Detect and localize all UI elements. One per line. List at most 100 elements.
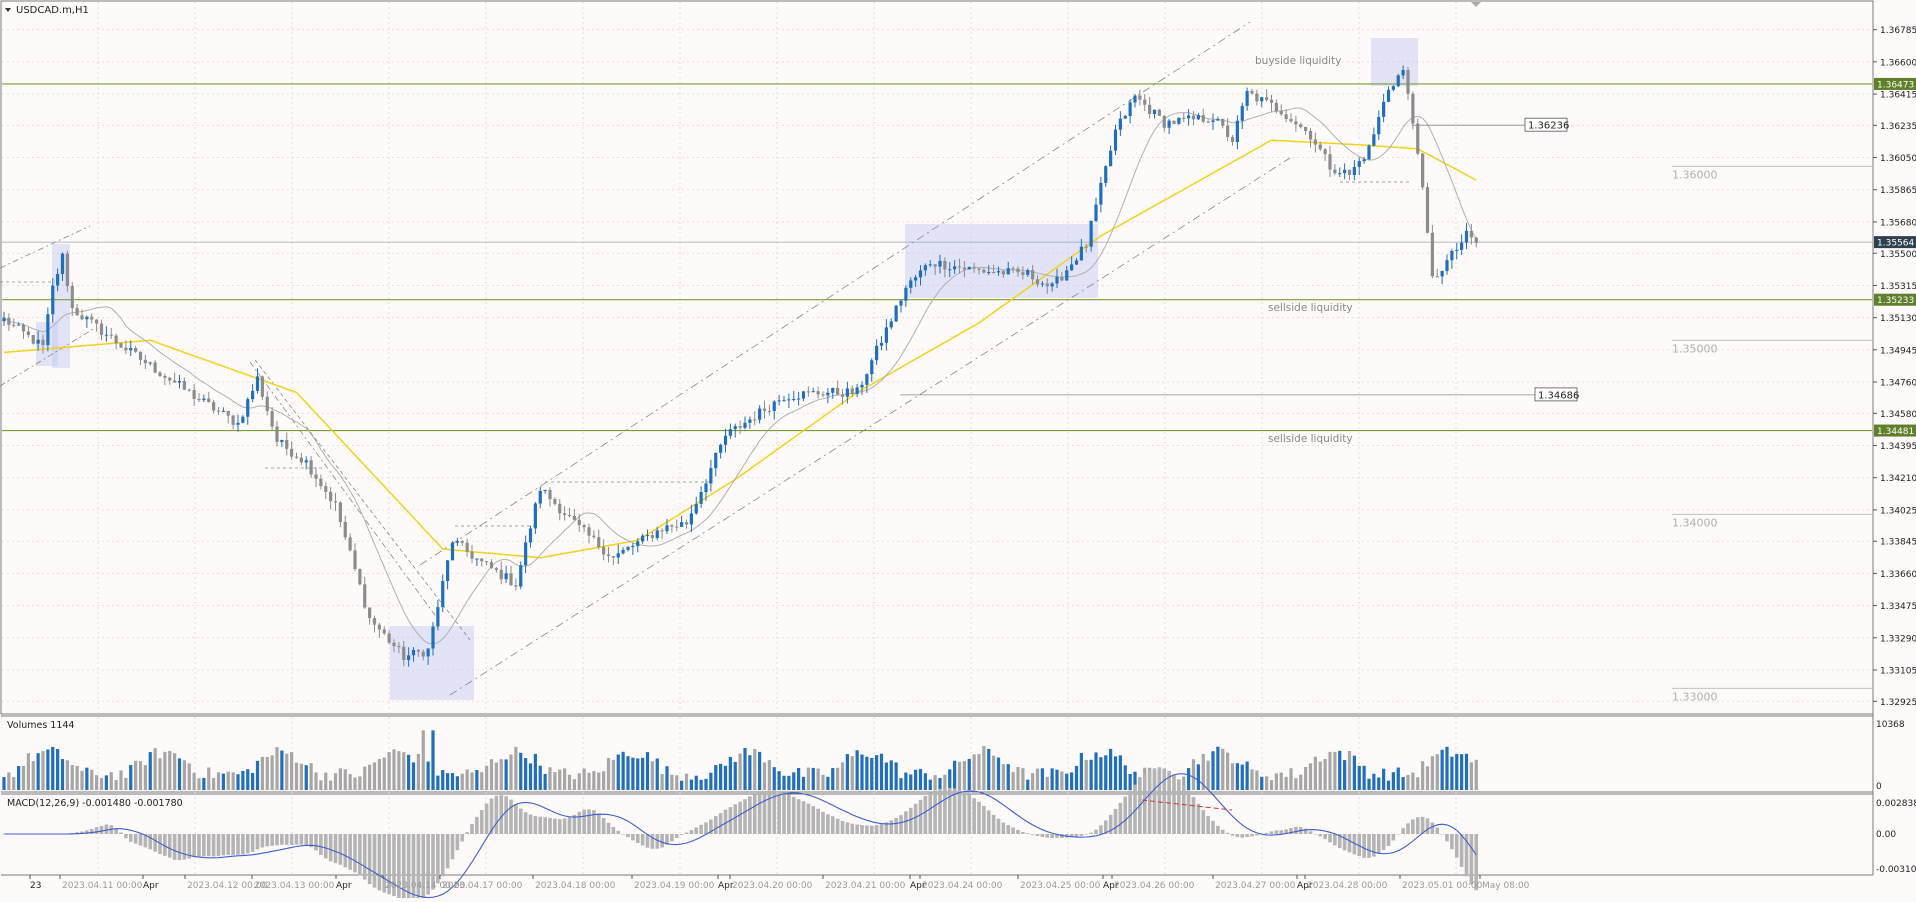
candle-body bbox=[324, 486, 328, 492]
macd-hist-bar bbox=[865, 825, 869, 834]
macd-hist-bar bbox=[1128, 790, 1132, 834]
volume-bar bbox=[538, 765, 542, 790]
price-tick-label: 1.35865 bbox=[1880, 186, 1916, 196]
main-panel-border bbox=[0, 0, 1874, 715]
trendlines[interactable] bbox=[0, 21, 1412, 696]
zone-rect[interactable] bbox=[905, 224, 1098, 298]
order-block-zones[interactable] bbox=[36, 38, 1418, 700]
volume-bar bbox=[860, 754, 864, 790]
candle-body bbox=[689, 513, 693, 525]
volume-bar bbox=[1260, 776, 1264, 790]
macd-hist-bar bbox=[904, 811, 908, 834]
volume-bar bbox=[982, 746, 986, 790]
trendline[interactable] bbox=[0, 225, 91, 269]
zone-rect[interactable] bbox=[1371, 38, 1418, 86]
macd-hist-bar bbox=[557, 819, 562, 834]
macd-hist-bar bbox=[484, 803, 489, 834]
candle-body bbox=[1201, 115, 1205, 122]
time-tick-label: 2023.04.19 00:00 bbox=[634, 881, 715, 891]
volume-bar bbox=[1279, 772, 1283, 790]
price-tick-label: 1.34580 bbox=[1880, 410, 1916, 420]
macd-hist-bar bbox=[1459, 834, 1464, 867]
callout-label: 1.34686 bbox=[1538, 390, 1579, 401]
candle-body bbox=[1021, 272, 1025, 275]
time-tick-label: Apr bbox=[336, 881, 352, 891]
trendline[interactable] bbox=[449, 157, 1291, 696]
macd-hist-bar bbox=[533, 815, 538, 834]
volume-bar bbox=[1343, 760, 1347, 790]
macd-hist-bar bbox=[713, 816, 718, 834]
candle-body bbox=[938, 260, 942, 267]
candle-body bbox=[1118, 118, 1122, 130]
macd-hist-bar bbox=[104, 824, 109, 834]
volume-bar bbox=[441, 770, 445, 790]
volume-bar bbox=[1255, 770, 1259, 790]
chart-shift-marker-icon[interactable] bbox=[1471, 2, 1481, 7]
macd-hist-bar bbox=[514, 804, 518, 834]
time-tick-label: Apr bbox=[143, 881, 159, 891]
price-tick-label: 1.36415 bbox=[1880, 91, 1916, 101]
candle-body bbox=[670, 525, 674, 527]
price-tick-label: 1.33290 bbox=[1880, 634, 1916, 644]
candle-body bbox=[1279, 110, 1283, 115]
volume-bar bbox=[684, 773, 689, 790]
trendline[interactable] bbox=[254, 359, 471, 641]
candle-body bbox=[1455, 249, 1459, 251]
price-tick-label: 1.34395 bbox=[1880, 442, 1916, 452]
macd-hist-bar bbox=[1230, 834, 1235, 836]
trendline[interactable] bbox=[419, 21, 1251, 566]
macd-hist-bar bbox=[777, 791, 781, 834]
candle-body bbox=[1289, 118, 1293, 122]
chart-menu-arrow-icon[interactable] bbox=[5, 8, 11, 12]
volume-bar bbox=[41, 751, 45, 790]
macd-hist-bar bbox=[1294, 826, 1298, 834]
price-tick-label: 1.35500 bbox=[1880, 250, 1916, 260]
volume-bar bbox=[1055, 769, 1059, 790]
chart-window[interactable]: 1.36000 1.35000 1.34000 1.33000 1.36236 1.34… bbox=[0, 0, 1916, 902]
candle-body bbox=[51, 285, 55, 315]
volume-bar bbox=[597, 772, 601, 790]
candle-body bbox=[792, 399, 796, 401]
candle-body bbox=[1357, 161, 1361, 167]
macd-hist-bar bbox=[1454, 834, 1459, 858]
macd-hist-bar bbox=[275, 834, 279, 846]
volume-bar bbox=[173, 753, 177, 790]
volume-bar bbox=[231, 772, 235, 790]
price-tick-label: 1.33845 bbox=[1880, 538, 1916, 548]
volume-bar bbox=[99, 778, 104, 790]
macd-hist-bar bbox=[1006, 825, 1011, 834]
candle-body bbox=[1318, 144, 1322, 150]
candle-body bbox=[714, 452, 718, 469]
candle-body bbox=[709, 468, 713, 484]
round-level-label: 1.35000 bbox=[1672, 342, 1718, 355]
candle-body bbox=[592, 535, 596, 538]
candle-body bbox=[904, 287, 908, 301]
volume-bar bbox=[226, 771, 230, 790]
trendline[interactable] bbox=[249, 361, 441, 623]
macd-hist-bar bbox=[894, 818, 898, 834]
macd-hist-bar bbox=[913, 803, 918, 834]
symbol-label: USDCAD.m,H1 bbox=[16, 5, 89, 16]
candle-body bbox=[845, 388, 849, 397]
volume-bar bbox=[1425, 766, 1430, 790]
candle-body bbox=[1377, 116, 1381, 135]
macd-hist-bar bbox=[1386, 834, 1391, 846]
candle-body bbox=[270, 411, 274, 427]
volume-bar bbox=[104, 775, 108, 790]
volume-bar bbox=[894, 762, 898, 790]
macd-hist-bar bbox=[938, 788, 942, 834]
volume-bar bbox=[1206, 760, 1210, 790]
macd-hist-bar bbox=[606, 822, 611, 834]
volume-bar bbox=[499, 759, 503, 790]
candle-body bbox=[1338, 173, 1342, 175]
volume-bar bbox=[1265, 776, 1269, 790]
macd-hist-bar bbox=[1342, 834, 1347, 851]
price-tick-label: 1.33105 bbox=[1880, 666, 1916, 676]
volume-bar bbox=[748, 755, 752, 790]
volume-bar bbox=[1050, 768, 1054, 790]
volume-bar bbox=[12, 777, 16, 790]
volume-bar bbox=[1406, 774, 1410, 790]
volumes-max-label: 10368 bbox=[1876, 720, 1905, 730]
macd-hist-bar bbox=[601, 818, 606, 834]
volume-bars bbox=[2, 730, 1478, 790]
